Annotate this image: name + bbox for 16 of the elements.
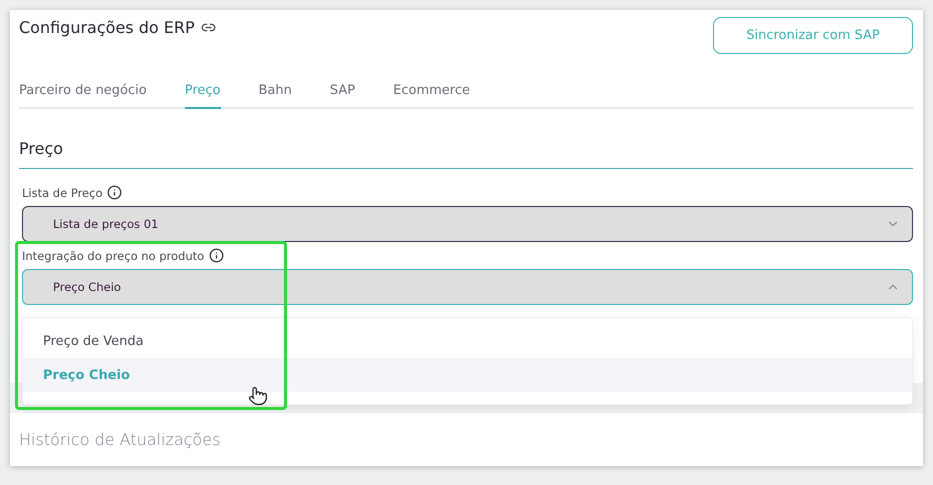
section-title: Preço <box>19 139 913 169</box>
tab[interactable]: Bahn <box>258 76 292 109</box>
tab[interactable]: SAP <box>330 76 356 109</box>
dropdown-option[interactable]: Preço de Venda <box>23 324 912 358</box>
field-label: Integração do preço no produto <box>22 248 204 262</box>
tab[interactable]: Preço <box>184 76 221 109</box>
field-label: Lista de Preço <box>22 186 102 200</box>
select-field[interactable]: Lista de preços 01 <box>22 206 913 242</box>
tab[interactable]: Ecommerce <box>393 76 470 109</box>
info-icon[interactable] <box>107 185 122 200</box>
history-title: Histórico de Atualizações <box>19 430 220 449</box>
info-icon[interactable] <box>209 248 224 263</box>
select-field[interactable]: Preço Cheio <box>22 269 913 305</box>
dropdown-option[interactable]: Preço Cheio <box>23 358 912 392</box>
page-title: Configurações do ERP <box>19 18 195 37</box>
tab[interactable]: Parceiro de negócio <box>19 76 147 109</box>
